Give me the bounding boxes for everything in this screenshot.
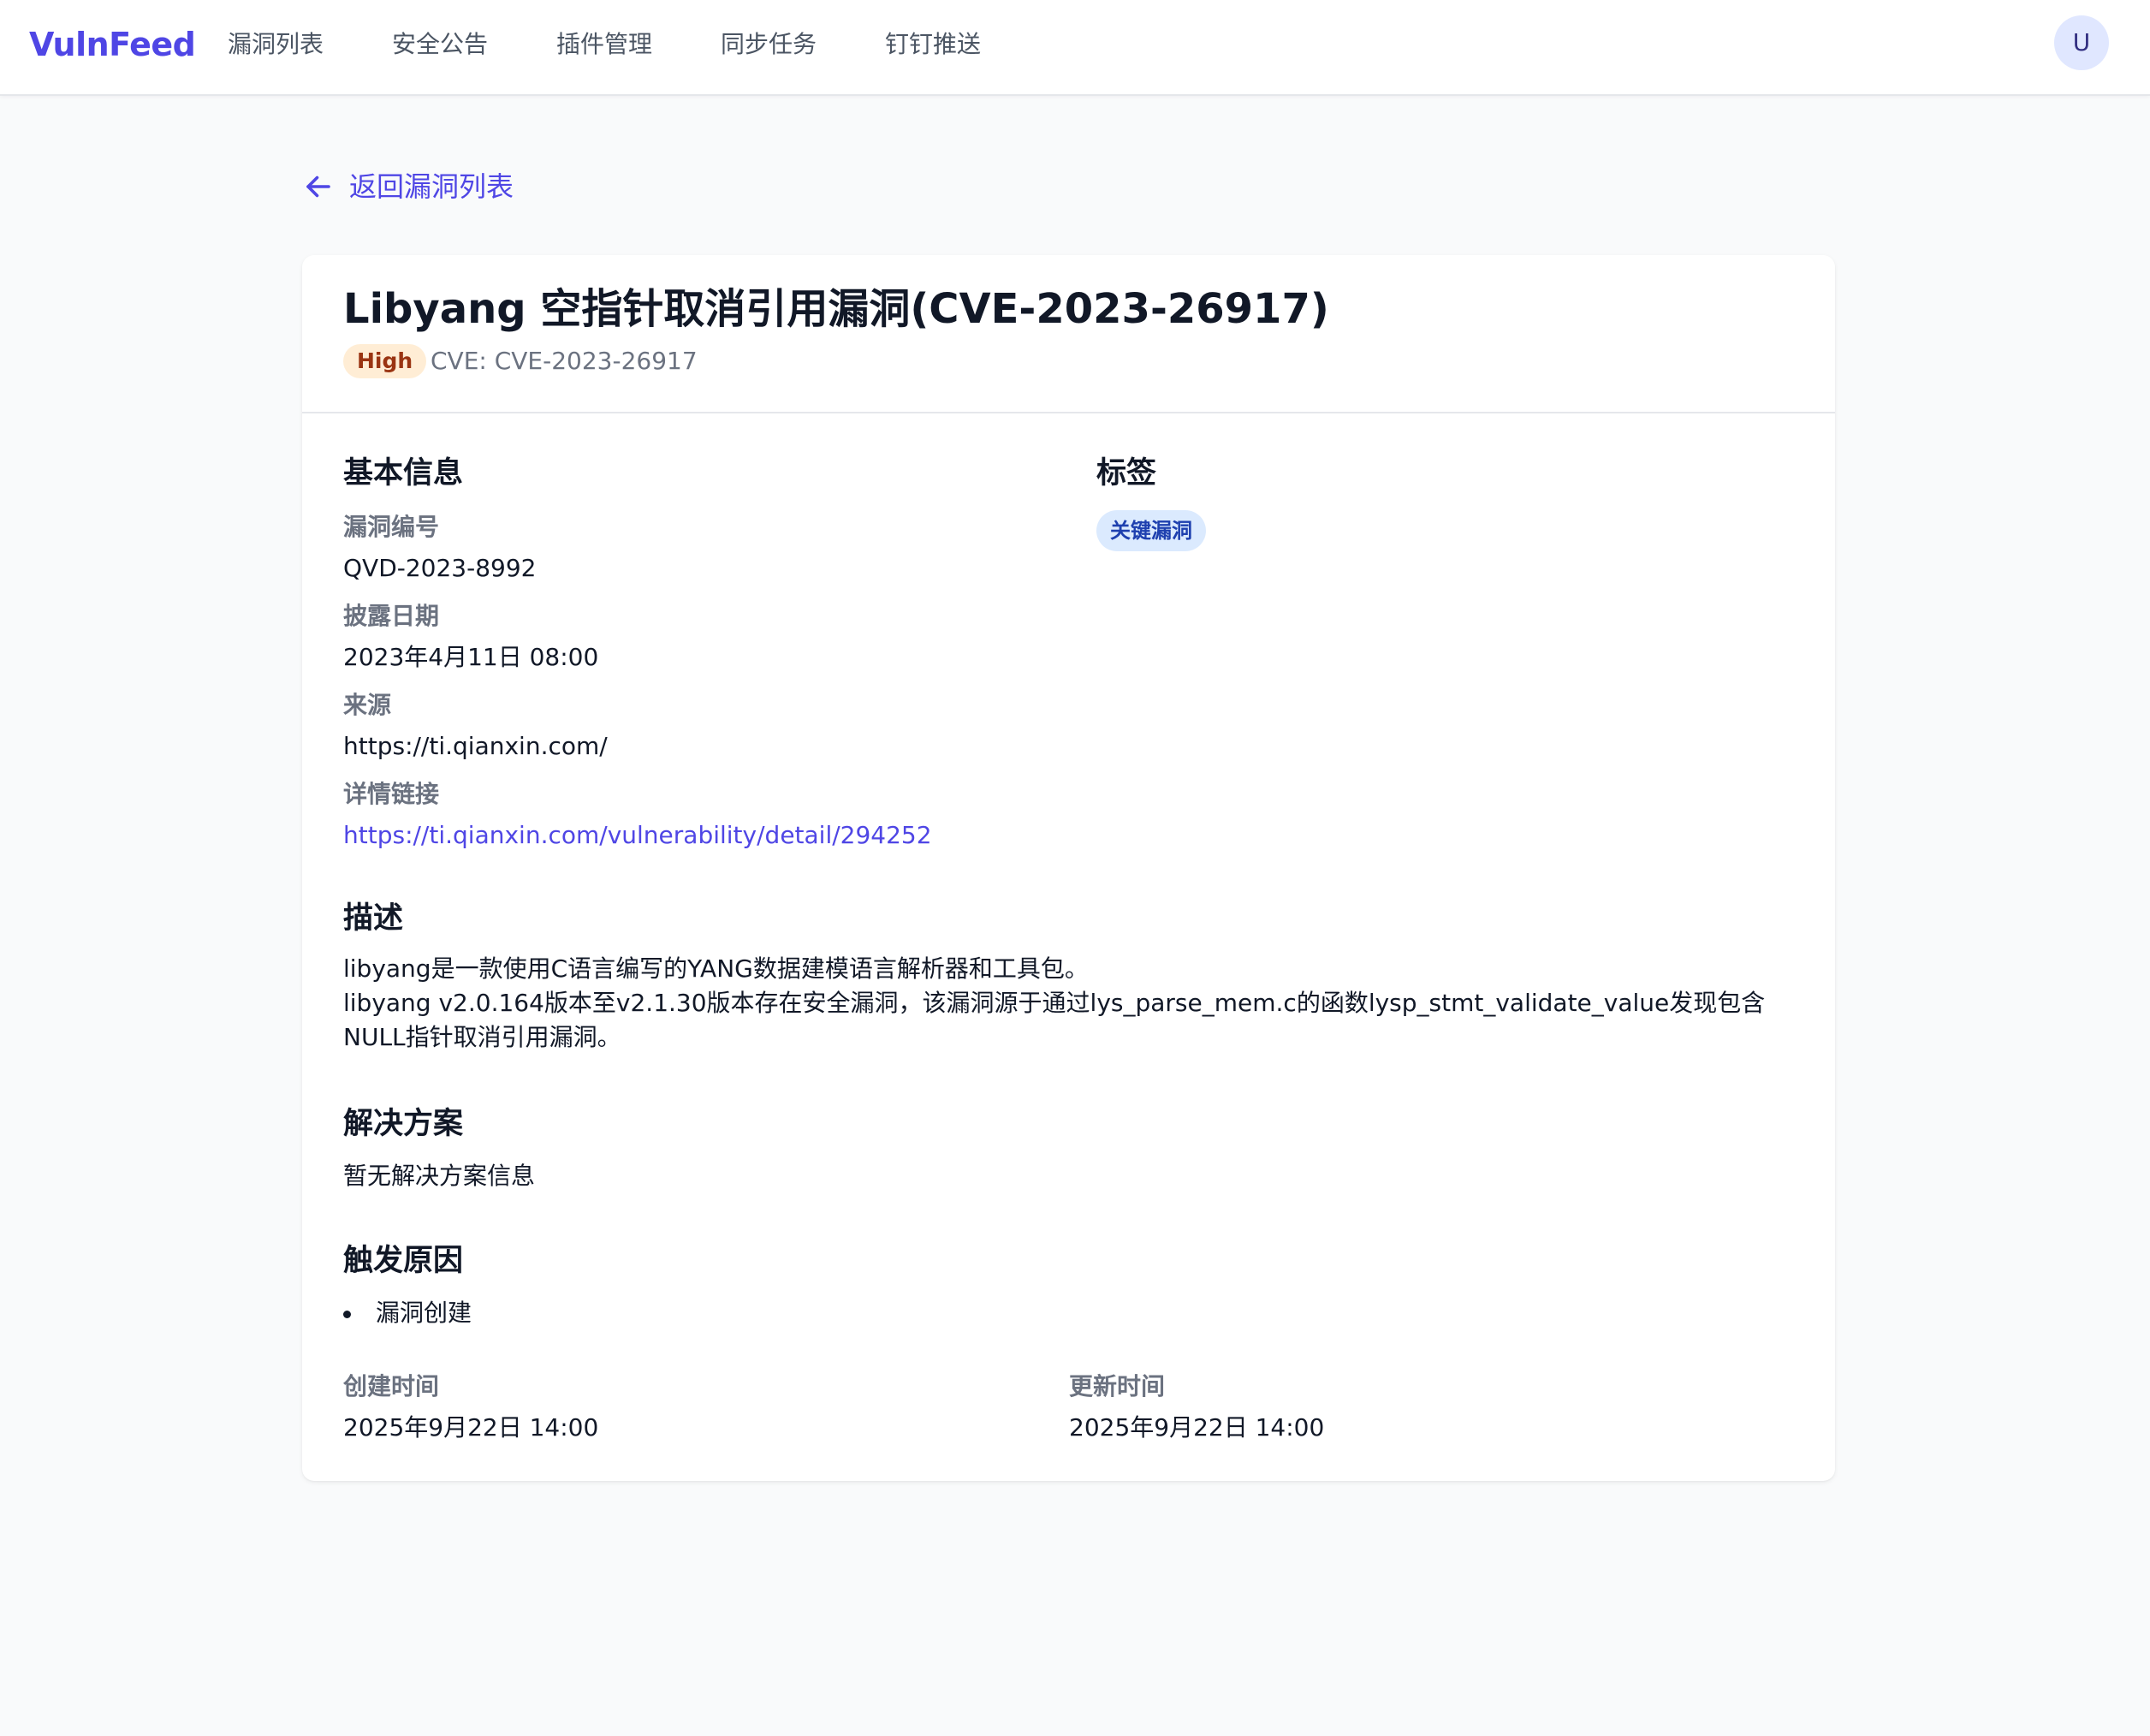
back-to-list-link[interactable]: 返回漏洞列表 <box>303 168 514 205</box>
description-line-1: libyang是一款使用C语言编写的YANG数据建模语言解析器和工具包。 <box>343 954 1089 983</box>
nav-item-security-advisories[interactable]: 安全公告 <box>392 24 556 65</box>
basic-info-heading: 基本信息 <box>343 456 464 490</box>
user-avatar[interactable]: U <box>2054 15 2109 70</box>
description-heading: 描述 <box>343 901 404 936</box>
trigger-list: 漏洞创建 <box>343 1296 472 1330</box>
arrow-left-icon <box>306 175 330 198</box>
brand-logo[interactable]: VulnFeed <box>29 21 196 68</box>
vuln-id-value: QVD-2023-8992 <box>343 554 537 582</box>
nav-item-sync-tasks[interactable]: 同步任务 <box>721 24 885 65</box>
updated-time-value: 2025年9月22日 14:00 <box>1069 1413 1325 1442</box>
solution-text: 暂无解决方案信息 <box>343 1162 536 1190</box>
solution-heading: 解决方案 <box>343 1107 464 1141</box>
created-time-label: 创建时间 <box>343 1372 440 1400</box>
nav-item-dingtalk-push[interactable]: 钉钉推送 <box>885 24 1049 65</box>
tags-heading: 标签 <box>1096 456 1157 490</box>
detail-link[interactable]: https://ti.qianxin.com/vulnerability/det… <box>343 818 932 853</box>
nav-item-vuln-list[interactable]: 漏洞列表 <box>228 24 392 65</box>
vuln-id-label: 漏洞编号 <box>343 513 440 541</box>
cve-id: CVE: CVE-2023-26917 <box>431 347 698 375</box>
disclosure-date-value: 2023年4月11日 08:00 <box>343 643 599 671</box>
vuln-detail-card: Libyang 空指针取消引用漏洞(CVE-2023-26917) High C… <box>302 255 1835 1481</box>
list-item: 漏洞创建 <box>343 1296 472 1330</box>
severity-badge: High <box>343 344 427 378</box>
tag-critical-vuln: 关键漏洞 <box>1096 510 1206 551</box>
description-text: libyang是一款使用C语言编写的YANG数据建模语言解析器和工具包。 lib… <box>343 952 1798 1055</box>
description-line-2: libyang v2.0.164版本至v2.1.30版本存在安全漏洞，该漏洞源于… <box>343 989 1766 1051</box>
top-navigation-bar: VulnFeed 漏洞列表 安全公告 插件管理 同步任务 钉钉推送 U <box>0 0 2150 96</box>
trigger-heading: 触发原因 <box>343 1244 464 1278</box>
updated-time-label: 更新时间 <box>1069 1372 1166 1400</box>
disclosure-date-label: 披露日期 <box>343 602 440 630</box>
created-time-value: 2025年9月22日 14:00 <box>343 1413 599 1442</box>
nav-item-plugin-management[interactable]: 插件管理 <box>556 24 721 65</box>
back-link-label: 返回漏洞列表 <box>349 170 514 203</box>
source-label: 来源 <box>343 691 392 719</box>
main-nav: 漏洞列表 安全公告 插件管理 同步任务 钉钉推送 <box>228 24 1049 65</box>
detail-link-label: 详情链接 <box>343 780 440 808</box>
source-value: https://ti.qianxin.com/ <box>343 732 608 760</box>
page-title: Libyang 空指针取消引用漏洞(CVE-2023-26917) <box>343 285 1329 333</box>
card-header: Libyang 空指针取消引用漏洞(CVE-2023-26917) High C… <box>302 255 1835 413</box>
